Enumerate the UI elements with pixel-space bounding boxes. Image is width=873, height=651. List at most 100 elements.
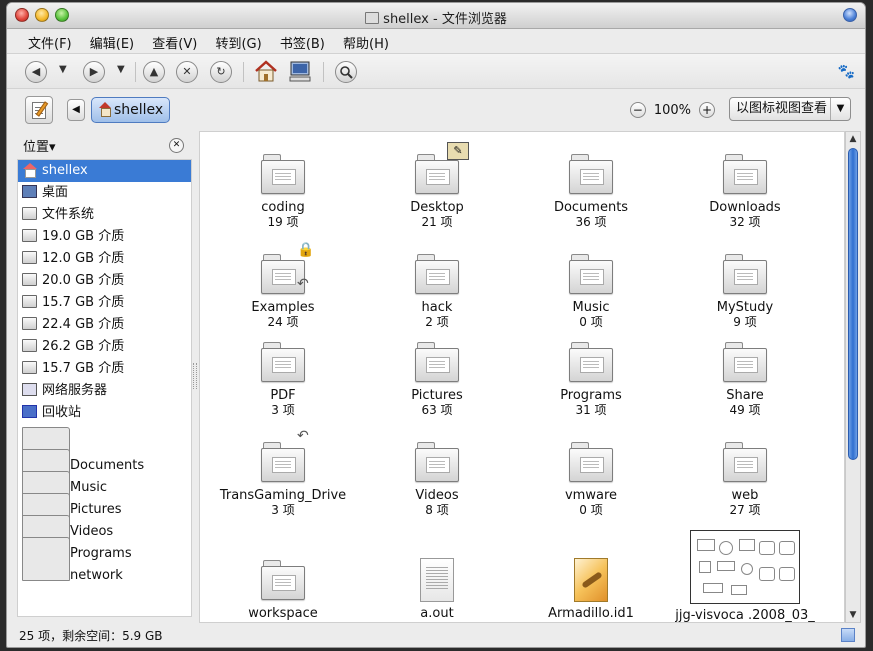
view-mode-select[interactable]: 以图标视图查看 ▼ bbox=[729, 97, 851, 121]
item-count: 19 项 bbox=[267, 215, 299, 229]
menu-view[interactable]: 查看(V) bbox=[145, 30, 204, 55]
sidebar-item-trash[interactable]: 回收站 bbox=[18, 402, 191, 424]
up-icon[interactable]: ▲ bbox=[143, 61, 165, 83]
reload-icon[interactable]: ↻ bbox=[210, 61, 232, 83]
sidebar-item-label: 文件系统 bbox=[42, 207, 95, 222]
zoom-control: −100% + bbox=[629, 102, 715, 118]
crumb-back-button[interactable]: ◀ bbox=[67, 99, 85, 121]
sidebar-item-volume[interactable]: 19.0 GB 介质 bbox=[18, 226, 191, 248]
drive-icon bbox=[22, 229, 37, 242]
edit-location-icon[interactable] bbox=[25, 96, 53, 124]
folder-item[interactable]: Documents 36 项 bbox=[514, 152, 668, 229]
menu-go[interactable]: 转到(G) bbox=[208, 30, 268, 55]
sidebar-item-label: shellex bbox=[42, 163, 88, 178]
file-item[interactable]: Armadillo.id1 bbox=[514, 558, 668, 621]
sidebar-item-label: 15.7 GB 介质 bbox=[42, 295, 125, 310]
computer-icon[interactable] bbox=[287, 60, 313, 84]
drive-icon bbox=[22, 295, 37, 308]
window-menu-icon[interactable] bbox=[843, 8, 857, 22]
folder-item[interactable]: hack 2 项 bbox=[360, 252, 514, 329]
folder-item[interactable]: ↶ TransGaming_Drive 3 项 bbox=[206, 428, 360, 517]
sidebar-item-network[interactable]: 网络服务器 bbox=[18, 380, 191, 402]
zoom-out-icon[interactable]: − bbox=[629, 102, 646, 118]
folder-item[interactable]: workspace bbox=[206, 558, 360, 621]
scroll-down-icon[interactable]: ▼ bbox=[846, 608, 860, 622]
item-count: 24 项 bbox=[267, 315, 299, 329]
sidebar-bookmark[interactable]: Documents bbox=[18, 427, 191, 473]
sidebar-item-volume[interactable]: 26.2 GB 介质 bbox=[18, 336, 191, 358]
folder-icon: ↶ bbox=[259, 428, 309, 484]
title-bar[interactable]: shellex - 文件浏览器 bbox=[7, 3, 865, 29]
item-name: Videos bbox=[415, 488, 459, 503]
sidebar-item-desktop[interactable]: 桌面 bbox=[18, 182, 191, 204]
folder-item[interactable]: 🔒 ↶ Examples 24 项 bbox=[206, 242, 360, 329]
search-icon[interactable] bbox=[335, 61, 357, 83]
sidebar-item-label: 19.0 GB 介质 bbox=[42, 229, 125, 244]
sidebar: 位置▾ ✕ shellex 桌面 文件系统 19.0 GB 介质 12.0 GB… bbox=[17, 131, 192, 617]
file-item[interactable]: jjg-visvoca .2008_03_ bbox=[668, 604, 822, 622]
sidebar-bookmark[interactable]: Pictures bbox=[18, 471, 191, 517]
drive-icon bbox=[22, 339, 37, 352]
folder-item[interactable]: vmware 0 项 bbox=[514, 440, 668, 517]
sidebar-bookmark[interactable]: Music bbox=[18, 449, 191, 495]
item-count: 3 项 bbox=[271, 503, 295, 517]
pane-splitter-handle[interactable] bbox=[193, 363, 197, 389]
menu-help[interactable]: 帮助(H) bbox=[336, 30, 396, 55]
folder-item[interactable]: Pictures 63 项 bbox=[360, 340, 514, 417]
item-name: hack bbox=[421, 300, 453, 315]
folder-item[interactable]: Music 0 项 bbox=[514, 252, 668, 329]
sidebar-places-dropdown[interactable]: 位置▾ bbox=[23, 136, 56, 155]
sidebar-bookmark[interactable]: Programs bbox=[18, 515, 191, 561]
menu-edit[interactable]: 编辑(E) bbox=[83, 30, 141, 55]
folder-item[interactable]: ✎ Desktop 21 项 bbox=[360, 142, 514, 229]
stop-icon[interactable]: ✕ bbox=[176, 61, 198, 83]
sidebar-bookmark[interactable]: Videos bbox=[18, 493, 191, 539]
sidebar-item-volume[interactable]: 15.7 GB 介质 bbox=[18, 358, 191, 380]
back-history-dropdown[interactable]: ▼ bbox=[59, 64, 67, 75]
sidebar-item-volume[interactable]: 20.0 GB 介质 bbox=[18, 270, 191, 292]
sidebar-item-volume[interactable]: 22.4 GB 介质 bbox=[18, 314, 191, 336]
item-name: vmware bbox=[564, 488, 617, 503]
menu-bookmarks[interactable]: 书签(B) bbox=[273, 30, 332, 55]
sidebar-item-filesystem[interactable]: 文件系统 bbox=[18, 204, 191, 226]
forward-history-dropdown[interactable]: ▼ bbox=[117, 64, 125, 75]
sidebar-item-volume[interactable]: 15.7 GB 介质 bbox=[18, 292, 191, 314]
scroll-up-icon[interactable]: ▲ bbox=[846, 132, 860, 146]
sidebar-bookmark[interactable]: network bbox=[18, 537, 191, 583]
vertical-scrollbar[interactable]: ▲ ▼ bbox=[845, 131, 861, 623]
zoom-in-icon[interactable]: + bbox=[699, 102, 715, 118]
folder-icon bbox=[567, 340, 615, 384]
folder-item[interactable]: coding 19 项 bbox=[206, 152, 360, 229]
scrollbar-thumb[interactable] bbox=[848, 148, 858, 460]
folder-item[interactable]: Downloads 32 项 bbox=[668, 152, 822, 229]
forward-icon[interactable]: ▶ bbox=[83, 61, 105, 83]
sidebar-item-label: 网络服务器 bbox=[42, 383, 108, 398]
gnome-foot-icon: 🐾 bbox=[837, 64, 855, 80]
icon-view: coding 19 项 ✎ Desktop 21 项 Documents 36 … bbox=[199, 131, 845, 623]
folder-icon bbox=[413, 252, 461, 296]
sidebar-item-label: 22.4 GB 介质 bbox=[42, 317, 125, 332]
menu-file[interactable]: 文件(F) bbox=[21, 30, 79, 55]
sidebar-item-home[interactable]: shellex bbox=[18, 160, 191, 182]
folder-icon bbox=[259, 558, 307, 602]
folder-item[interactable]: MyStudy 9 项 bbox=[668, 252, 822, 329]
back-icon[interactable]: ◀ bbox=[25, 61, 47, 83]
path-crumb-home[interactable]: shellex bbox=[91, 97, 171, 123]
home-icon[interactable] bbox=[253, 60, 279, 84]
zoom-level[interactable]: 100% bbox=[654, 103, 691, 118]
folder-item[interactable]: PDF 3 项 bbox=[206, 340, 360, 417]
folder-item[interactable]: Videos 8 项 bbox=[360, 440, 514, 517]
item-count: 0 项 bbox=[579, 503, 603, 517]
resize-grip-icon[interactable] bbox=[841, 628, 855, 642]
network-icon bbox=[22, 383, 37, 396]
folder-item[interactable]: Programs 31 项 bbox=[514, 340, 668, 417]
drive-icon bbox=[22, 361, 37, 374]
file-item[interactable]: a.out bbox=[360, 558, 514, 621]
close-sidebar-icon[interactable]: ✕ bbox=[169, 138, 184, 153]
sidebar-item-volume[interactable]: 12.0 GB 介质 bbox=[18, 248, 191, 270]
folder-icon bbox=[567, 152, 615, 196]
folder-item[interactable]: Share 49 项 bbox=[668, 340, 822, 417]
menu-bar: 文件(F) 编辑(E) 查看(V) 转到(G) 书签(B) 帮助(H) bbox=[7, 30, 865, 52]
folder-item[interactable]: web 27 项 bbox=[668, 440, 822, 517]
item-name: Examples bbox=[251, 300, 315, 315]
